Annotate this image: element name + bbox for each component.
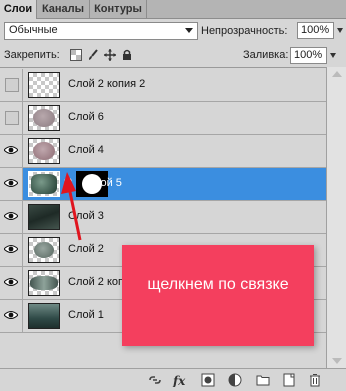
layer-row-selected[interactable]: Слой 5 [0, 168, 326, 201]
visibility-toggle[interactable] [0, 135, 23, 167]
layer-thumbnail [28, 171, 60, 197]
blend-opacity-row: Обычные Непрозрачность: 100% [0, 19, 346, 43]
opacity-value: 100% [301, 24, 330, 36]
lock-all-icon[interactable] [121, 49, 133, 61]
layer-row[interactable]: Слой 4 [0, 135, 326, 168]
layer-thumbnail [28, 72, 60, 98]
fill-value: 100% [294, 49, 323, 61]
trash-icon[interactable] [308, 373, 322, 387]
link-icon[interactable] [148, 373, 162, 387]
layer-name: Слой 4 [68, 144, 104, 156]
visibility-toggle[interactable] [0, 69, 23, 101]
layer-name: Слой 1 [68, 309, 104, 321]
visibility-toggle[interactable] [0, 168, 23, 200]
visibility-toggle[interactable] [0, 267, 23, 299]
eye-icon [4, 311, 18, 319]
opacity-dropdown-icon[interactable] [337, 28, 343, 33]
adjustment-icon[interactable] [228, 373, 242, 387]
fx-icon[interactable]: fx [172, 373, 190, 387]
eye-icon [4, 212, 18, 220]
layer-thumbnail [28, 204, 60, 230]
fill-label: Заливка: [243, 49, 289, 61]
layer-list-scrollbar[interactable] [326, 67, 346, 368]
opacity-label: Непрозрачность: [201, 25, 288, 37]
scroll-up-icon[interactable] [332, 71, 342, 77]
visibility-off-box [5, 78, 19, 92]
visibility-off-box [5, 111, 19, 125]
lock-transparency-icon[interactable] [70, 49, 82, 61]
visibility-toggle[interactable] [0, 300, 23, 332]
tab-layers[interactable]: Слои [0, 0, 37, 19]
visibility-toggle[interactable] [0, 234, 23, 266]
layer-thumbnail [28, 237, 60, 263]
lock-label: Закрепить: [4, 49, 60, 61]
layer-name: Слой 2 [68, 243, 104, 255]
layer-thumbnail [28, 138, 60, 164]
fill-dropdown-icon[interactable] [330, 53, 336, 58]
eye-icon [4, 245, 18, 253]
lock-fill-row: Закрепить: Заливка: 100% [0, 45, 346, 67]
new-layer-icon[interactable] [282, 373, 296, 387]
visibility-toggle[interactable] [0, 201, 23, 233]
add-mask-icon[interactable] [201, 373, 215, 387]
chevron-down-icon [185, 28, 193, 33]
layer-name: Слой 6 [68, 111, 104, 123]
tab-channels[interactable]: Каналы [37, 0, 90, 18]
annotation-box: щелкнем по связке [122, 245, 314, 346]
layer-name: Слой 3 [68, 210, 104, 222]
layer-row[interactable]: Слой 2 копия 2 [0, 69, 326, 102]
lock-brush-icon[interactable] [87, 49, 99, 61]
blend-mode-select[interactable]: Обычные [4, 22, 198, 40]
eye-icon [4, 179, 18, 187]
scroll-down-icon[interactable] [332, 358, 342, 364]
svg-text:fx: fx [172, 374, 186, 387]
panel-bottom-toolbar: fx [0, 368, 346, 391]
opacity-input[interactable]: 100% [297, 22, 343, 39]
panel-tabs: Слои Каналы Контуры [0, 0, 346, 19]
layers-panel: Слои Каналы Контуры Обычные Непрозрачнос… [0, 0, 346, 391]
layer-name: Слой 5 [86, 177, 122, 189]
eye-icon [4, 278, 18, 286]
eye-icon [4, 146, 18, 154]
annotation-text: щелкнем по связке [147, 276, 289, 293]
layer-row[interactable]: Слой 6 [0, 102, 326, 135]
layer-thumbnail [28, 105, 60, 131]
layer-thumbnail [28, 270, 60, 296]
fill-input[interactable]: 100% [290, 47, 336, 64]
visibility-toggle[interactable] [0, 102, 23, 134]
layer-thumbnail [28, 303, 60, 329]
layer-name: Слой 2 копия 2 [68, 78, 146, 90]
new-group-icon[interactable] [256, 373, 270, 387]
layer-row[interactable]: Слой 3 [0, 201, 326, 234]
link-icon[interactable] [64, 178, 72, 190]
lock-move-icon[interactable] [104, 49, 116, 61]
blend-mode-value: Обычные [9, 24, 58, 36]
tab-paths[interactable]: Контуры [90, 0, 147, 18]
